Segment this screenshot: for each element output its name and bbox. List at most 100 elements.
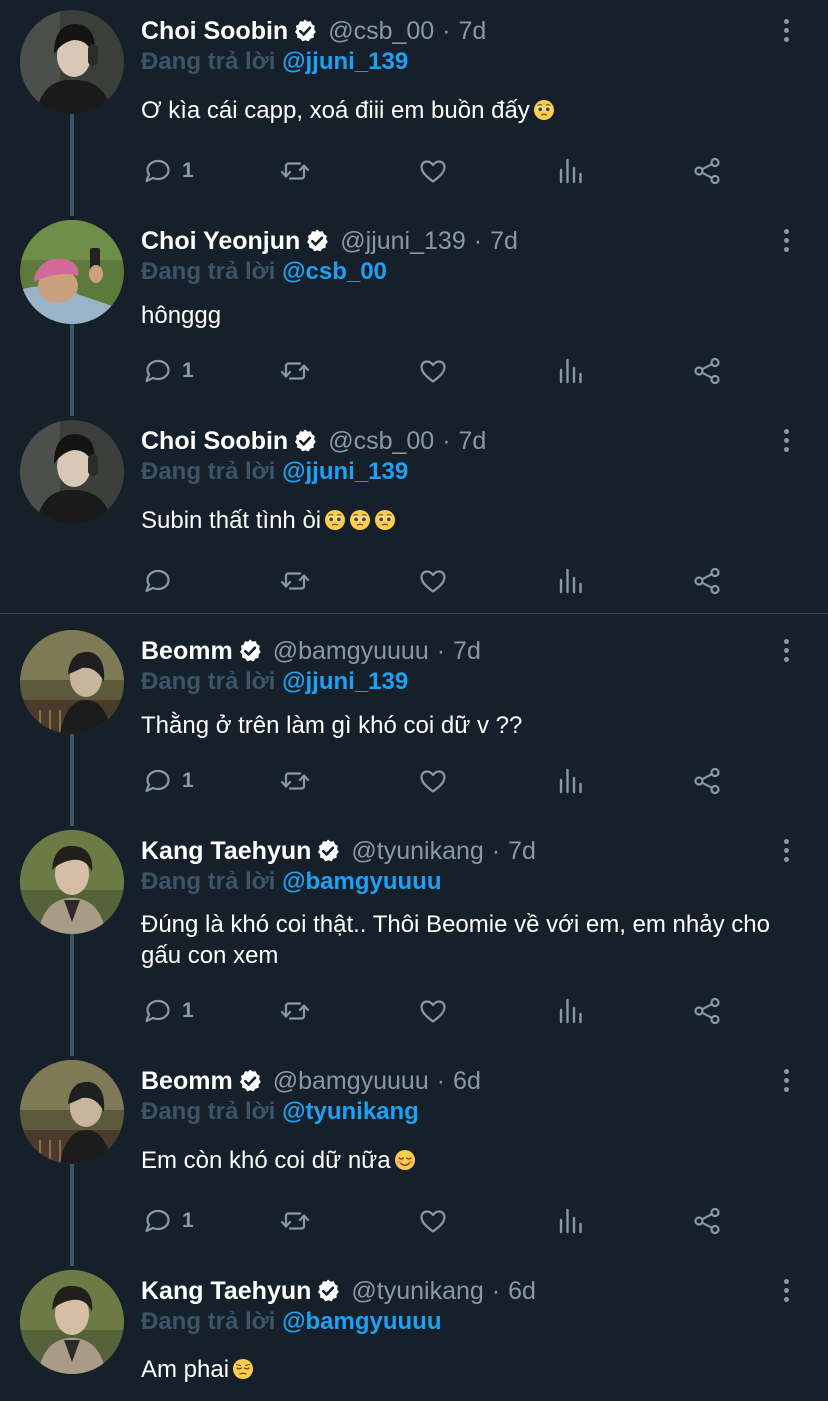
tweet[interactable]: Beomm @bamgyuuuu · 7d Đang trả lời @jjun… [0,620,828,820]
display-name[interactable]: Choi Soobin [141,427,288,456]
more-options-icon[interactable] [774,1274,798,1306]
share-button[interactable] [692,1204,722,1238]
like-button[interactable] [418,1204,448,1238]
reply-count: 1 [182,1209,194,1232]
username[interactable]: @jjuni_139 [340,227,465,256]
tweet[interactable]: Choi Soobin @csb_00 · 7d Đang trả lời @j… [0,410,828,613]
retweet-button[interactable] [280,994,310,1028]
retweet-button[interactable] [280,764,310,798]
timestamp[interactable]: 6d [453,1067,481,1096]
replying-to: Đang trả lời @tyunikang [141,1098,419,1126]
avatar[interactable] [20,830,124,934]
reply-button[interactable]: 1 [142,764,194,798]
analytics-button[interactable] [556,564,586,598]
tweet-text: Subin thất tình òi [141,505,806,536]
tweet-text-content: hônggg [141,302,222,329]
like-button[interactable] [418,564,448,598]
reply-count: 1 [182,159,194,182]
like-icon [420,1000,446,1023]
more-options-icon[interactable] [774,834,798,866]
timestamp[interactable]: 7d [490,227,518,256]
analytics-button[interactable] [556,154,586,188]
mention-link[interactable]: @csb_00 [282,258,387,285]
avatar[interactable] [20,420,124,524]
mention-link[interactable]: @jjuni_139 [282,458,408,485]
reply-button[interactable]: 1 [142,154,194,188]
more-options-icon[interactable] [774,14,798,46]
replying-to-label: Đang trả lời [141,1098,276,1125]
timestamp[interactable]: 6d [508,1277,536,1306]
tweet-text: Am phai [141,1354,806,1385]
timestamp[interactable]: 7d [459,17,487,46]
analytics-button[interactable] [556,1204,586,1238]
analytics-button[interactable] [556,764,586,798]
username[interactable]: @tyunikang [351,1277,483,1306]
separator: · [491,836,501,865]
reply-button[interactable]: 1 [142,1204,194,1238]
username[interactable]: @csb_00 [328,17,434,46]
display-name[interactable]: Beomm [141,1067,233,1096]
timestamp[interactable]: 7d [453,637,481,666]
avatar[interactable] [20,1270,124,1374]
share-button[interactable] [692,764,722,798]
username[interactable]: @bamgyuuuu [273,637,429,666]
more-options-icon[interactable] [774,1064,798,1096]
retweet-button[interactable] [280,154,310,188]
username[interactable]: @bamgyuuuu [273,1067,429,1096]
mention-link[interactable]: @tyunikang [282,1098,419,1125]
username[interactable]: @tyunikang [351,837,483,866]
avatar-image [20,1060,124,1164]
retweet-icon [280,1212,310,1230]
more-options-icon[interactable] [774,424,798,456]
avatar[interactable] [20,10,124,114]
retweet-icon [280,162,310,180]
mention-link[interactable]: @jjuni_139 [282,48,408,75]
display-name[interactable]: Beomm [141,637,233,666]
avatar[interactable] [20,630,124,734]
mention-link[interactable]: @jjuni_139 [282,668,408,695]
retweet-button[interactable] [280,1204,310,1238]
retweet-button[interactable] [280,354,310,388]
retweet-button[interactable] [280,564,310,598]
reply-button[interactable]: 1 [142,994,194,1028]
share-button[interactable] [692,354,722,388]
share-button[interactable] [692,154,722,188]
tweet[interactable]: Kang Taehyun @tyunikang · 6d Đang trả lờ… [0,1260,828,1401]
pleading-face-emoji [375,510,396,530]
mention-link[interactable]: @bamgyuuuu [282,868,441,895]
reply-button[interactable] [142,564,172,598]
replying-to: Đang trả lời @jjuni_139 [141,48,408,76]
timestamp[interactable]: 7d [459,427,487,456]
smiling-face-emoji [394,1150,415,1170]
tweet-text: Em còn khó coi dữ nữa [141,1145,806,1176]
display-name[interactable]: Kang Taehyun [141,1277,311,1306]
share-button[interactable] [692,564,722,598]
retweet-icon [280,1002,310,1020]
display-name[interactable]: Choi Yeonjun [141,227,300,256]
avatar[interactable] [20,220,124,324]
tweet[interactable]: Choi Yeonjun @jjuni_139 · 7d Đang trả lờ… [0,210,828,410]
like-button[interactable] [418,994,448,1028]
more-options-icon[interactable] [774,634,798,666]
display-name[interactable]: Kang Taehyun [141,837,311,866]
username[interactable]: @csb_00 [328,427,434,456]
more-options-icon[interactable] [774,224,798,256]
action-bar [0,564,828,598]
tweet[interactable]: Beomm @bamgyuuuu · 6d Đang trả lời @tyun… [0,1050,828,1260]
analytics-button[interactable] [556,354,586,388]
timestamp[interactable]: 7d [508,837,536,866]
share-button[interactable] [692,994,722,1028]
action-bar: 1 [0,994,828,1028]
tweet[interactable]: Choi Soobin @csb_00 · 7d Đang trả lời @j… [0,0,828,210]
like-button[interactable] [418,764,448,798]
replying-to-label: Đang trả lời [141,258,276,285]
reply-button[interactable]: 1 [142,354,194,388]
share-icon [694,357,720,385]
mention-link[interactable]: @bamgyuuuu [282,1308,441,1335]
avatar[interactable] [20,1060,124,1164]
analytics-button[interactable] [556,994,586,1028]
like-button[interactable] [418,354,448,388]
like-button[interactable] [418,154,448,188]
display-name[interactable]: Choi Soobin [141,17,288,46]
tweet[interactable]: Kang Taehyun @tyunikang · 7d Đang trả lờ… [0,820,828,1050]
